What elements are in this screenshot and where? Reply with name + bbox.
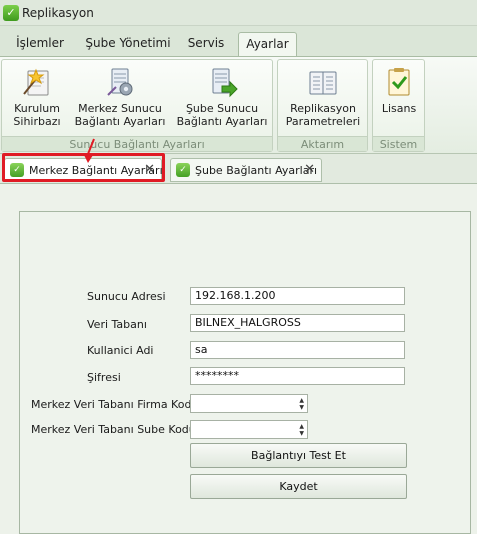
label-kullanici-adi: Kullanici Adi <box>87 344 154 357</box>
sube-label-2: Bağlantı Ayarları <box>176 115 268 128</box>
sube-kodu-spinner[interactable]: ▲ ▼ <box>190 420 308 439</box>
spin-down-icon[interactable]: ▼ <box>299 405 304 411</box>
firma-kodu-spinner[interactable]: ▲ ▼ <box>190 394 308 413</box>
title-bar: ✓ Replikasyon <box>0 0 477 26</box>
app-leaf-icon: ✓ <box>3 5 19 21</box>
group-sistem: Lisans Sistem <box>372 59 425 152</box>
group-label-aktarim: Aktarım <box>278 136 367 151</box>
sifre-input[interactable]: ******** <box>190 367 405 385</box>
label-sube-kodu: Merkez Veri Tabanı Sube Kodu <box>31 423 196 436</box>
highlight-box <box>2 153 165 182</box>
replikasyon-label-1: Replikasyon <box>290 102 356 115</box>
sunucu-adresi-input[interactable]: 192.168.1.200 <box>190 287 405 305</box>
group-label-sunucu: Sunucu Bağlantı Ayarları <box>2 136 272 151</box>
wizard-icon <box>23 68 49 96</box>
label-sunucu-adresi: Sunucu Adresi <box>87 290 166 303</box>
tab-servis[interactable]: Servis <box>182 32 230 56</box>
label-firma-kodu: Merkez Veri Tabanı Firma Kodu <box>31 398 199 411</box>
lisans-label: Lisans <box>381 102 417 115</box>
kurulum-label-2: Sihirbazı <box>13 115 61 128</box>
group-aktarim: Replikasyon Parametreleri Aktarım <box>277 59 368 152</box>
doc-tab-sube[interactable]: ✓ Şube Bağlantı Ayarları ✕ <box>170 158 322 182</box>
main-content: Sunucu Adresi 192.168.1.200 Veri Tabanı … <box>0 184 477 534</box>
veri-tabani-input[interactable]: BILNEX_HALGROSS <box>190 314 405 332</box>
kullanici-adi-input[interactable]: sa <box>190 341 405 359</box>
merkez-label-2: Bağlantı Ayarları <box>74 115 166 128</box>
sube-sunucu-baglanti-button[interactable]: Şube Sunucu Bağlantı Ayarları <box>174 66 270 128</box>
label-sifresi: Şifresi <box>87 371 121 384</box>
server-settings-icon <box>107 68 133 96</box>
tab-islemler[interactable]: İşlemler <box>8 32 72 56</box>
ribbon-tab-strip: İşlemler Şube Yönetimi Servis Ayarlar <box>0 26 477 56</box>
license-icon <box>388 68 410 96</box>
ribbon-panel: Kurulum Sihirbazı Merkez Sunucu Bağlantı… <box>0 56 477 154</box>
label-veri-tabani: Veri Tabanı <box>87 318 147 331</box>
spin-down-icon[interactable]: ▼ <box>299 431 304 437</box>
replikasyon-label-2: Parametreleri <box>285 115 361 128</box>
doc-tab-sube-label: Şube Bağlantı Ayarları <box>195 164 318 177</box>
kurulum-label-1: Kurulum <box>14 102 60 115</box>
group-label-sistem: Sistem <box>373 136 424 151</box>
tab-sube-yonetimi[interactable]: Şube Yönetimi <box>80 32 176 56</box>
window-title: Replikasyon <box>22 6 94 20</box>
sube-label-1: Şube Sunucu <box>185 102 259 115</box>
server-connect-icon <box>212 68 238 98</box>
group-sunucu-baglanti: Kurulum Sihirbazı Merkez Sunucu Bağlantı… <box>1 59 273 152</box>
kurulum-sihirbazi-button[interactable]: Kurulum Sihirbazı <box>6 66 68 128</box>
baglanti-test-button[interactable]: Bağlantıyı Test Et <box>190 443 407 468</box>
merkez-label-1: Merkez Sunucu <box>78 102 162 115</box>
merkez-sunucu-baglanti-button[interactable]: Merkez Sunucu Bağlantı Ayarları <box>74 66 166 128</box>
parameters-icon <box>309 71 337 95</box>
replikasyon-parametreleri-button[interactable]: Replikasyon Parametreleri <box>280 66 366 128</box>
lisans-button[interactable]: Lisans <box>375 66 423 115</box>
close-icon[interactable]: ✕ <box>304 162 315 177</box>
tab-ayarlar[interactable]: Ayarlar <box>238 32 297 56</box>
settings-panel: Sunucu Adresi 192.168.1.200 Veri Tabanı … <box>19 211 471 534</box>
kaydet-button[interactable]: Kaydet <box>190 474 407 499</box>
tab-leaf-icon: ✓ <box>176 163 190 177</box>
